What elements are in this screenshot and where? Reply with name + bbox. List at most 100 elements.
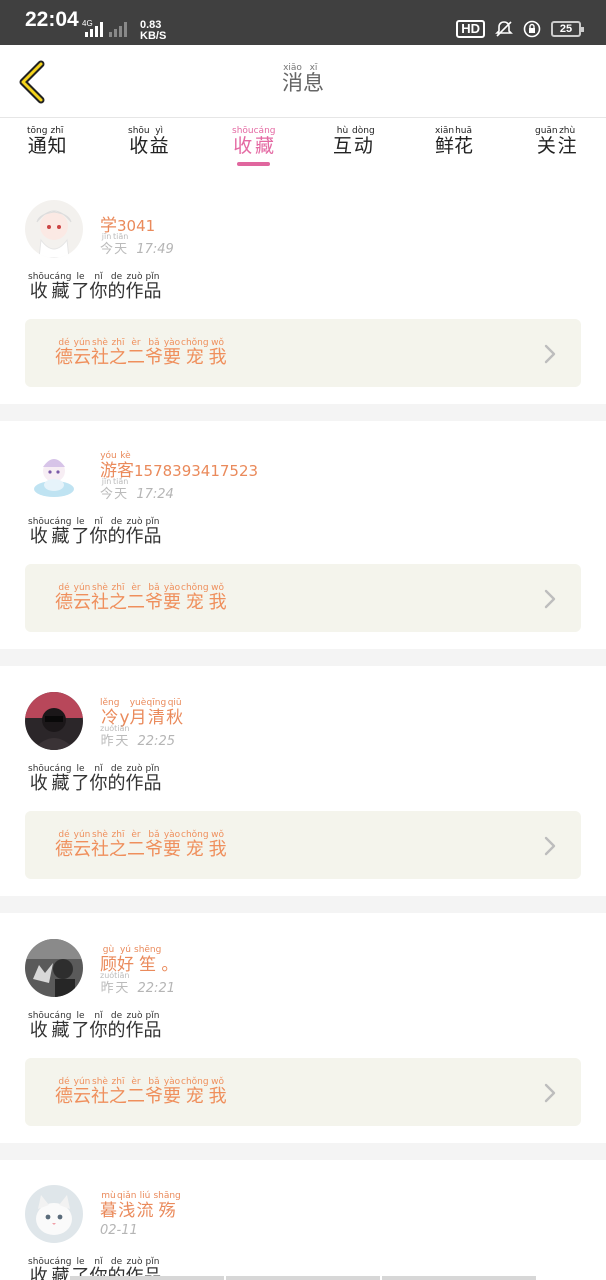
work-title-char: yào 要 <box>163 830 181 860</box>
tab-flowers-char: huā 花 <box>454 126 474 157</box>
username-char: liú 流 <box>136 1191 154 1221</box>
timestamp-day-char: zuó 昨 <box>100 971 115 996</box>
action-char: shōu 收 <box>28 517 50 547</box>
timestamp-time: 22:25 <box>137 734 175 749</box>
action-char: zuò 作 <box>125 517 144 547</box>
work-title: dé 德 yún 云 shè 社 zhī 之 èr 二 bǎ 爷 yào 要 chǒng 宠 wǒ 我 <box>55 338 227 368</box>
work-title-char: bǎ 爷 <box>145 1077 163 1107</box>
action-text: shōu 收 cáng 藏 le 了 nǐ 你 de 的 zuò 作 pǐn 品 <box>28 1011 162 1041</box>
user-avatar[interactable] <box>25 200 83 258</box>
username-char: qiǎn 浅 <box>117 1191 137 1221</box>
work-title-char: bǎ 爷 <box>145 830 163 860</box>
user-avatar[interactable] <box>25 1185 83 1243</box>
action-char: shōu 收 <box>28 1257 50 1280</box>
work-title-char: wǒ 我 <box>208 338 227 368</box>
action-char: nǐ 你 <box>89 517 108 547</box>
tab-interact-char: hù 互 <box>333 126 353 157</box>
work-title-char: shè 社 <box>91 338 109 368</box>
tab-bar: tōng 通 zhī 知 shōu 收 yì 益 shōu 收 cáng 藏 hù 互 dòng 动 xiān 鲜… <box>0 118 606 176</box>
timestamp: zuó 昨 tiān 天 22:25 <box>100 724 175 749</box>
title-char: xiāo 消 <box>282 63 303 95</box>
work-title-char: chǒng 宠 <box>181 583 209 613</box>
user-avatar[interactable] <box>25 445 83 503</box>
network-speed: 0.83 KB/S <box>140 19 167 42</box>
tab-follow-char: guān 关 <box>535 126 558 157</box>
work-title-char: dé 德 <box>55 583 73 613</box>
home-indicator <box>70 1276 536 1280</box>
work-title-char: dé 德 <box>55 1077 73 1107</box>
tab-favorite-char: shōu 收 <box>232 126 254 157</box>
action-char: cáng 藏 <box>49 764 72 794</box>
work-title-char: wǒ 我 <box>208 830 227 860</box>
work-link[interactable]: dé 德 yún 云 shè 社 zhī 之 èr 二 bǎ 爷 yào 要 chǒng 宠 wǒ 我 <box>25 1058 581 1126</box>
work-title-char: bǎ 爷 <box>145 338 163 368</box>
action-char: zuò 作 <box>125 764 144 794</box>
tab-notify[interactable]: tōng 通 zhī 知 <box>27 126 66 156</box>
timestamp-time: 22:21 <box>137 981 175 996</box>
work-link[interactable]: dé 德 yún 云 shè 社 zhī 之 èr 二 bǎ 爷 yào 要 chǒng 宠 wǒ 我 <box>25 319 581 387</box>
action-text: shōu 收 cáng 藏 le 了 nǐ 你 de 的 zuò 作 pǐn 品 <box>28 272 162 302</box>
chevron-right-icon <box>543 588 557 610</box>
action-text: shōu 收 cáng 藏 le 了 nǐ 你 de 的 zuò 作 pǐn 品 <box>28 517 162 547</box>
action-char: de 的 <box>107 764 126 794</box>
action-char: de 的 <box>107 272 126 302</box>
lock-rotation-icon <box>523 20 541 38</box>
tab-earnings[interactable]: shōu 收 yì 益 <box>128 126 169 156</box>
status-bar: 22:04 4G 0.83 KB/S HD 25 <box>0 0 606 45</box>
nav-bar: xiāo 消 xī 息 <box>0 45 606 118</box>
action-char: cáng 藏 <box>49 1011 72 1041</box>
action-char: de 的 <box>107 1011 126 1041</box>
tab-favorite[interactable]: shōu 收 cáng 藏 <box>232 126 276 156</box>
timestamp-day-char: tiān 天 <box>114 724 130 749</box>
work-title-char: èr 二 <box>127 830 145 860</box>
work-title-char: yào 要 <box>163 583 181 613</box>
action-char: zuò 作 <box>125 1011 144 1041</box>
work-title-char: èr 二 <box>127 1077 145 1107</box>
work-title-char: shè 社 <box>91 830 109 860</box>
message-card: lěng 冷 y yuè 月 qīng 清 qiū 秋 zuó 昨 tiān 天 22:25 shōu 收 c… <box>0 668 606 896</box>
timestamp-day-char: tiān 天 <box>114 971 130 996</box>
work-title-char: yún 云 <box>73 1077 91 1107</box>
tab-notify-char: tōng 通 <box>27 126 48 157</box>
timestamp: jīn 今 tiān 天 17:49 <box>100 232 174 257</box>
action-char: pǐn 品 <box>143 517 162 547</box>
work-title-char: chǒng 宠 <box>181 1077 209 1107</box>
timestamp-day-char: jīn 今 <box>100 232 114 257</box>
work-title-char: wǒ 我 <box>208 1077 227 1107</box>
action-char: pǐn 品 <box>143 1011 162 1041</box>
tab-interact-char: dòng 动 <box>352 126 375 157</box>
user-avatar[interactable] <box>25 692 83 750</box>
action-char: cáng 藏 <box>49 517 72 547</box>
work-title-char: zhī 之 <box>109 1077 127 1107</box>
tab-earnings-char: yì 益 <box>149 126 169 157</box>
hd-icon: HD <box>456 20 485 38</box>
work-title-char: yún 云 <box>73 338 91 368</box>
action-char: le 了 <box>71 517 90 547</box>
user-avatar[interactable] <box>25 939 83 997</box>
tab-interact[interactable]: hù 互 dòng 动 <box>333 126 375 156</box>
card-divider <box>0 1143 606 1160</box>
timestamp-day-char: jīn 今 <box>100 477 114 502</box>
timestamp-day-char: tiān 天 <box>113 477 129 502</box>
work-title-char: yún 云 <box>73 583 91 613</box>
work-title-char: chǒng 宠 <box>181 338 209 368</box>
chevron-right-icon <box>543 835 557 857</box>
title-char: xī 息 <box>303 63 324 95</box>
status-time: 22:04 <box>25 8 79 31</box>
username[interactable]: mù 暮 qiǎn 浅 liú 流 shāng 殇 <box>100 1191 181 1221</box>
action-char: shōu 收 <box>28 1011 50 1041</box>
card-divider <box>0 404 606 421</box>
work-link[interactable]: dé 德 yún 云 shè 社 zhī 之 èr 二 bǎ 爷 yào 要 chǒng 宠 wǒ 我 <box>25 811 581 879</box>
timestamp: jīn 今 tiān 天 17:24 <box>100 477 174 502</box>
work-link[interactable]: dé 德 yún 云 shè 社 zhī 之 èr 二 bǎ 爷 yào 要 chǒng 宠 wǒ 我 <box>25 564 581 632</box>
action-char: shōu 收 <box>28 272 50 302</box>
timestamp-day-char: tiān 天 <box>113 232 129 257</box>
tab-flowers[interactable]: xiān 鲜 huā 花 <box>435 126 473 156</box>
action-char: nǐ 你 <box>89 272 108 302</box>
work-title-char: èr 二 <box>127 583 145 613</box>
username-char: mù 暮 <box>100 1191 117 1221</box>
tab-follow[interactable]: guān 关 zhù 注 <box>535 126 577 156</box>
bell-muted-icon <box>495 21 513 37</box>
work-title-char: zhī 之 <box>109 338 127 368</box>
card-divider <box>0 649 606 666</box>
